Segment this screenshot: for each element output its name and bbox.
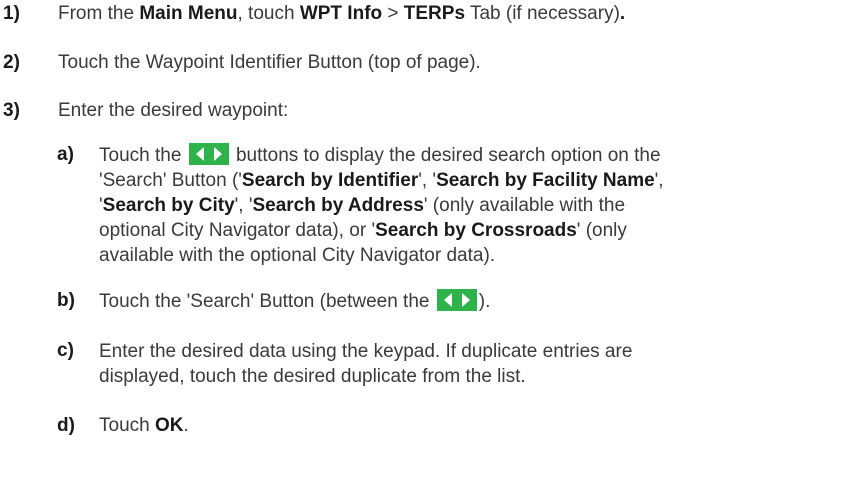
step-text: Touch the Waypoint Identifier Button (to… bbox=[58, 52, 481, 73]
search-option: Search by Crossroads bbox=[375, 220, 577, 241]
step-text: From the Main Menu, touch WPT Info > TER… bbox=[58, 2, 625, 26]
substep-text: Enter the desired data using the keypad.… bbox=[99, 339, 859, 389]
text-line: 'Search' Button ('Search by Identifier',… bbox=[99, 168, 859, 193]
text-line: available with the optional City Navigat… bbox=[99, 245, 496, 266]
substep-text: Touch OK. bbox=[99, 414, 859, 438]
substep-letter: c) bbox=[57, 340, 74, 361]
text-line: 'Search by City', 'Search by Address' (o… bbox=[99, 193, 859, 218]
ok-label: OK bbox=[154, 415, 184, 436]
text-segment: optional City Navigator data), or ' bbox=[99, 220, 376, 241]
text-line: optional City Navigator data), or 'Searc… bbox=[99, 218, 859, 243]
left-right-arrows-icon bbox=[188, 143, 229, 165]
step-number: 3) bbox=[3, 100, 20, 121]
step-text: Enter the desired waypoint: bbox=[58, 100, 289, 121]
tab-name: TERPs bbox=[403, 3, 466, 24]
text-segment: Tab (if necessary) bbox=[465, 3, 620, 24]
text-line: Touch the buttons to display the desired… bbox=[99, 143, 859, 168]
text-segment: > bbox=[382, 3, 404, 24]
substep-text: Touch the buttons to display the desired… bbox=[99, 143, 859, 268]
search-option: Search by Facility Name bbox=[436, 170, 655, 191]
text-segment: Touch the 'Search' Button (between the bbox=[99, 291, 435, 312]
text-line: displayed, touch the desired duplicate f… bbox=[99, 366, 526, 387]
substep-letter: b) bbox=[57, 290, 75, 311]
menu-name: Main Menu bbox=[139, 3, 238, 24]
text-segment: ). bbox=[478, 291, 491, 312]
text-line: Enter the desired data using the keypad.… bbox=[99, 341, 633, 362]
text-segment: ', ' bbox=[418, 170, 437, 191]
text-segment: ' (only available with the bbox=[423, 195, 626, 216]
menu-name: WPT Info bbox=[299, 3, 383, 24]
substep-letter: a) bbox=[57, 144, 74, 165]
substep-text: Touch the 'Search' Button (between the )… bbox=[99, 289, 859, 314]
text-segment: . bbox=[183, 415, 189, 436]
text-segment: , touch bbox=[237, 3, 300, 24]
step-number: 2) bbox=[3, 52, 20, 73]
text-segment: Touch the bbox=[99, 145, 187, 166]
text-segment: ' (only bbox=[576, 220, 627, 241]
text-segment: ', ' bbox=[234, 195, 253, 216]
text-segment: ', bbox=[654, 170, 664, 191]
text-segment: buttons to display the desired search op… bbox=[230, 145, 661, 166]
text-segment: . bbox=[619, 3, 626, 24]
instruction-page: 1) From the Main Menu, touch WPT Info > … bbox=[0, 0, 862, 478]
substep-letter: d) bbox=[57, 415, 75, 436]
left-right-arrows-icon bbox=[436, 289, 477, 311]
search-option: Search by Address bbox=[252, 195, 424, 216]
search-option: Search by Identifier bbox=[241, 170, 419, 191]
step-number: 1) bbox=[3, 3, 20, 24]
text-segment: 'Search' Button (' bbox=[99, 170, 242, 191]
text-segment: Touch bbox=[99, 415, 155, 436]
search-option: Search by City bbox=[102, 195, 235, 216]
text-segment: From the bbox=[58, 3, 140, 24]
